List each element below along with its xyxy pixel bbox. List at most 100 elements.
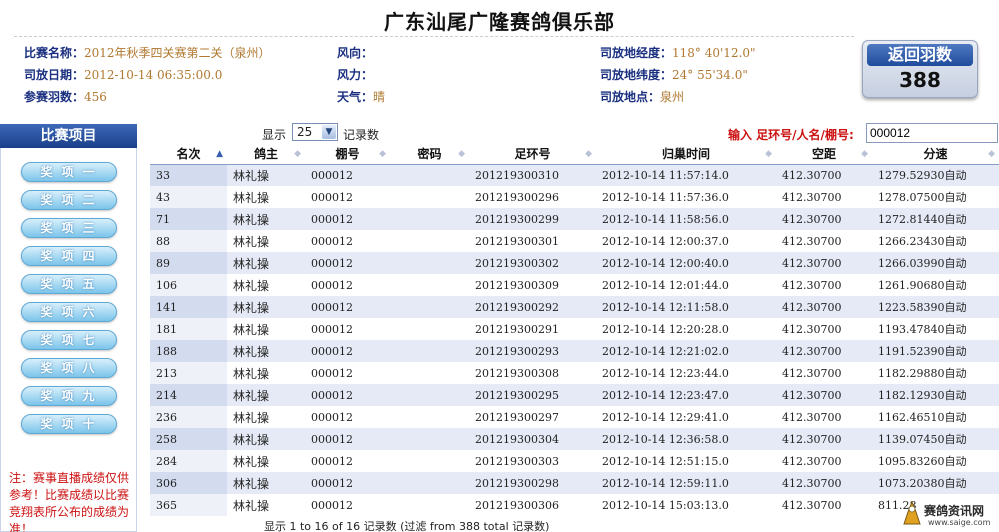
table-row[interactable]: 214 林礼操 000012 201219300295 2012-10-14 12:23… bbox=[150, 384, 999, 406]
award-button-8[interactable]: 奖项八 bbox=[21, 358, 117, 378]
cell-loft: 000012 bbox=[305, 274, 390, 296]
table-row[interactable]: 71 林礼操 000012 201219300299 2012-10-14 11:58:… bbox=[150, 208, 999, 230]
cell-code bbox=[390, 252, 469, 274]
cell-ring: 201219300303 bbox=[469, 450, 596, 472]
cell-return-time: 2012-10-14 11:57:36.0 bbox=[596, 186, 776, 208]
table-row[interactable]: 106 林礼操 000012 201219300309 2012-10-14 12:01… bbox=[150, 274, 999, 296]
award-button-3[interactable]: 奖项三 bbox=[21, 218, 117, 238]
cell-distance: 412.30700 bbox=[776, 252, 872, 274]
cell-code bbox=[390, 406, 469, 428]
award-button-2[interactable]: 奖项二 bbox=[21, 190, 117, 210]
award-button-10[interactable]: 奖项十 bbox=[21, 414, 117, 434]
cell-distance: 412.30700 bbox=[776, 362, 872, 384]
cell-rank: 236 bbox=[150, 406, 227, 428]
column-header-return-time[interactable]: 归巢时间 ◆ bbox=[596, 144, 776, 165]
cell-ring: 201219300299 bbox=[469, 208, 596, 230]
column-header-rank[interactable]: 名次 ▲ bbox=[150, 144, 227, 165]
cell-distance: 412.30700 bbox=[776, 340, 872, 362]
table-row[interactable]: 181 林礼操 000012 201219300291 2012-10-14 12:20… bbox=[150, 318, 999, 340]
sort-both-icon: ◆ bbox=[861, 149, 868, 159]
race-name-info: 比赛名称：2012年秋季四关赛第二关（泉州） bbox=[24, 44, 271, 61]
release-date-value: 2012-10-14 06:35:00.0 bbox=[84, 68, 223, 82]
page-size-select[interactable]: 25 ▼ bbox=[292, 123, 338, 141]
cell-owner: 林礼操 bbox=[227, 164, 305, 186]
sort-both-icon: ◆ bbox=[585, 149, 592, 159]
table-row[interactable]: 365 林礼操 000012 201219300306 2012-10-14 15:03… bbox=[150, 494, 999, 516]
return-count-button[interactable]: 返回羽数 388 bbox=[862, 40, 978, 98]
table-row[interactable]: 141 林礼操 000012 201219300292 2012-10-14 12:11… bbox=[150, 296, 999, 318]
sidebar-title: 比赛项目 bbox=[0, 124, 137, 148]
cell-return-time: 2012-10-14 15:03:13.0 bbox=[596, 494, 776, 516]
cell-speed: 1191.52390自动 bbox=[872, 340, 999, 362]
cell-loft: 000012 bbox=[305, 318, 390, 340]
longitude-label: 司放地经度： bbox=[600, 46, 673, 60]
award-button-6[interactable]: 奖项六 bbox=[21, 302, 117, 322]
table-row[interactable]: 258 林礼操 000012 201219300304 2012-10-14 12:36… bbox=[150, 428, 999, 450]
cell-ring: 201219300302 bbox=[469, 252, 596, 274]
table-row[interactable]: 306 林礼操 000012 201219300298 2012-10-14 12:59… bbox=[150, 472, 999, 494]
search-input[interactable] bbox=[866, 123, 998, 143]
table-info: 显示 1 to 16 of 16 记录数 (过滤 from 388 total … bbox=[264, 520, 550, 532]
table-row[interactable]: 43 林礼操 000012 201219300296 2012-10-14 11:57:… bbox=[150, 186, 999, 208]
table-controls: 显示 25 ▼ 记录数 输入 足环号/人名/棚号: bbox=[150, 122, 999, 144]
award-button-9[interactable]: 奖项九 bbox=[21, 386, 117, 406]
column-header-code[interactable]: 密码 ◆ bbox=[390, 144, 469, 165]
latitude-label: 司放地纬度： bbox=[600, 68, 673, 82]
cell-speed: 1182.29880自动 bbox=[872, 362, 999, 384]
cell-code bbox=[390, 274, 469, 296]
cell-rank: 43 bbox=[150, 186, 227, 208]
sidebar-body: 奖项一 奖项二 奖项三 奖项四 奖项五 奖项六 奖项七 奖项八 奖项九 奖项十 … bbox=[0, 148, 137, 532]
award-button-4[interactable]: 奖项四 bbox=[21, 246, 117, 266]
award-button-5[interactable]: 奖项五 bbox=[21, 274, 117, 294]
wind-direction-info: 风向： bbox=[337, 44, 373, 61]
latitude-value: 24° 55'34.0" bbox=[672, 68, 748, 82]
page-size-value: 25 bbox=[297, 125, 313, 139]
cell-ring: 201219300310 bbox=[469, 164, 596, 186]
cell-return-time: 2012-10-14 11:58:56.0 bbox=[596, 208, 776, 230]
cell-speed: 1095.83260自动 bbox=[872, 450, 999, 472]
page-title: 广东汕尾广隆赛鸽俱乐部 bbox=[384, 10, 615, 34]
cell-return-time: 2012-10-14 12:51:15.0 bbox=[596, 450, 776, 472]
table-row[interactable]: 236 林礼操 000012 201219300297 2012-10-14 12:29… bbox=[150, 406, 999, 428]
table-row[interactable]: 33 林礼操 000012 201219300310 2012-10-14 11:57:… bbox=[150, 164, 999, 186]
table-header-row: 名次 ▲ 鸽主 ◆ 棚号 ◆ 密码 ◆ 足环号 ◆ 归巢时间 ◆ 空距 ◆ 分速 ◆ bbox=[150, 144, 999, 165]
column-header-owner[interactable]: 鸽主 ◆ bbox=[227, 144, 305, 165]
column-header-distance[interactable]: 空距 ◆ bbox=[776, 144, 872, 165]
cell-distance: 412.30700 bbox=[776, 318, 872, 340]
cell-speed: 1139.07450自动 bbox=[872, 428, 999, 450]
sidebar: 比赛项目 奖项一 奖项二 奖项三 奖项四 奖项五 奖项六 奖项七 奖项八 奖项九… bbox=[0, 124, 137, 532]
column-header-loft[interactable]: 棚号 ◆ bbox=[305, 144, 390, 165]
table-row[interactable]: 188 林礼操 000012 201219300293 2012-10-14 12:21… bbox=[150, 340, 999, 362]
award-button-7[interactable]: 奖项七 bbox=[21, 330, 117, 350]
cell-ring: 201219300306 bbox=[469, 494, 596, 516]
cell-loft: 000012 bbox=[305, 340, 390, 362]
cell-speed: 1272.81440自动 bbox=[872, 208, 999, 230]
table-row[interactable]: 89 林礼操 000012 201219300302 2012-10-14 12:00:… bbox=[150, 252, 999, 274]
cell-return-time: 2012-10-14 11:57:14.0 bbox=[596, 164, 776, 186]
cell-speed: 1266.03990自动 bbox=[872, 252, 999, 274]
table-row[interactable]: 88 林礼操 000012 201219300301 2012-10-14 12:00:… bbox=[150, 230, 999, 252]
cell-speed: 1279.52930自动 bbox=[872, 164, 999, 186]
cell-owner: 林礼操 bbox=[227, 362, 305, 384]
cell-ring: 201219300298 bbox=[469, 472, 596, 494]
entries-value: 456 bbox=[84, 90, 107, 104]
wind-direction-label: 风向： bbox=[337, 46, 374, 60]
table-row[interactable]: 213 林礼操 000012 201219300308 2012-10-14 12:23… bbox=[150, 362, 999, 384]
cell-owner: 林礼操 bbox=[227, 384, 305, 406]
column-header-ring[interactable]: 足环号 ◆ bbox=[469, 144, 596, 165]
watermark-url: www.saige.com bbox=[928, 518, 991, 527]
cell-distance: 412.30700 bbox=[776, 472, 872, 494]
cell-return-time: 2012-10-14 12:00:37.0 bbox=[596, 230, 776, 252]
cell-owner: 林礼操 bbox=[227, 274, 305, 296]
cell-rank: 141 bbox=[150, 296, 227, 318]
award-button-1[interactable]: 奖项一 bbox=[21, 162, 117, 182]
show-label: 显示 bbox=[262, 128, 287, 142]
column-header-speed[interactable]: 分速 ◆ bbox=[872, 144, 999, 165]
cell-loft: 000012 bbox=[305, 164, 390, 186]
cell-loft: 000012 bbox=[305, 450, 390, 472]
race-name-label: 比赛名称： bbox=[24, 46, 85, 60]
cell-return-time: 2012-10-14 12:29:41.0 bbox=[596, 406, 776, 428]
chevron-down-icon[interactable]: ▼ bbox=[322, 125, 336, 139]
table-row[interactable]: 284 林礼操 000012 201219300303 2012-10-14 12:51… bbox=[150, 450, 999, 472]
cell-rank: 33 bbox=[150, 164, 227, 186]
